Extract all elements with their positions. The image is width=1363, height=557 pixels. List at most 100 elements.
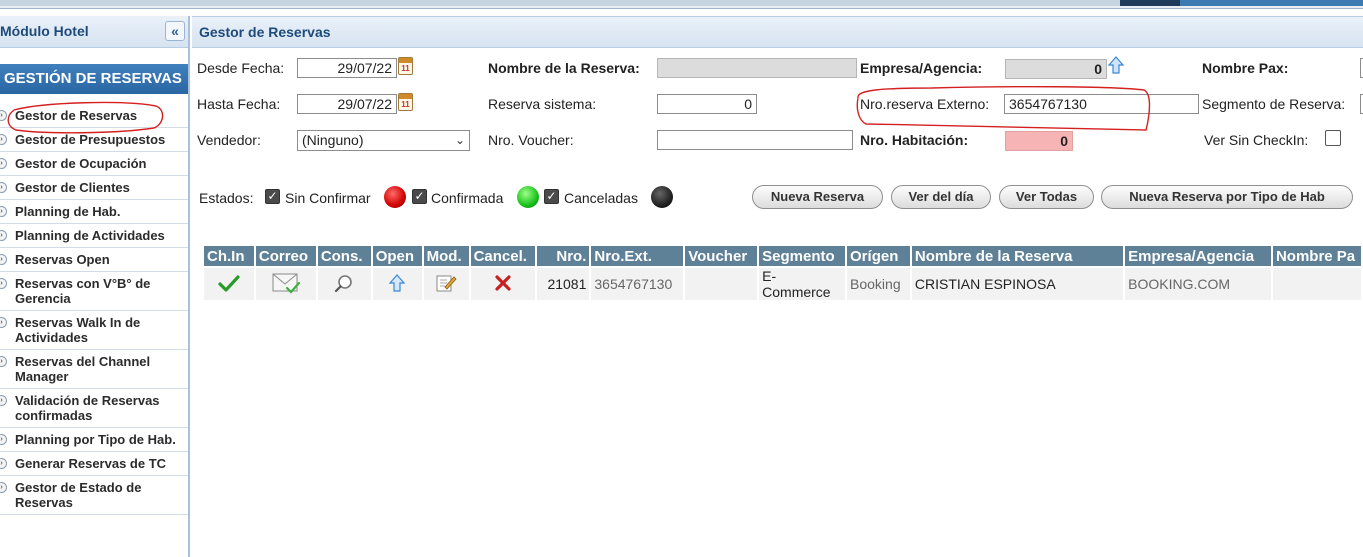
cross-icon[interactable] (494, 274, 512, 292)
sidebar-header: Módulo Hotel « (0, 16, 188, 48)
desde-fecha-label: Desde Fecha: (197, 60, 285, 76)
sidebar-item-label: Reservas Walk In de Actividades (15, 315, 141, 345)
confirmada-checkbox[interactable]: ✓ (412, 189, 427, 204)
reserva-sistema-input[interactable]: 0 (657, 94, 757, 114)
sidebar-item-reservas-walk-in[interactable]: › Reservas Walk In de Actividades (0, 311, 188, 350)
col-header[interactable]: Cancel. (470, 246, 538, 266)
sidebar-item-gestor-estado-reservas[interactable]: › Gestor de Estado de Reservas (0, 476, 188, 515)
hasta-fecha-input[interactable]: 29/07/22 (297, 94, 397, 114)
col-header[interactable]: Segmento (759, 246, 848, 266)
sidebar-item-label: Reservas con V°B° de Gerencia (15, 276, 151, 306)
up-arrow-icon[interactable] (388, 273, 406, 292)
top-bar-segment (1120, 0, 1180, 6)
col-header[interactable]: Empresa/Agencia (1125, 246, 1273, 266)
sidebar-item-reservas-vb-gerencia[interactable]: › Reservas con V°B° de Gerencia (0, 272, 188, 311)
empresa-agencia-input[interactable]: 0 (1005, 59, 1107, 79)
hasta-fecha-label: Hasta Fecha: (197, 96, 281, 112)
desde-fecha-input[interactable]: 29/07/22 (297, 58, 397, 78)
correo-cell[interactable] (255, 266, 318, 300)
cancelar-cell[interactable] (470, 266, 538, 300)
sidebar-item-label: Planning de Hab. (15, 204, 121, 219)
collapse-sidebar-button[interactable]: « (165, 21, 185, 41)
open-cell[interactable] (372, 266, 424, 300)
sidebar-item-label: Reservas del Channel Manager (15, 354, 151, 384)
green-status-icon (517, 186, 539, 208)
consulta-cell[interactable] (317, 266, 373, 300)
nro-reserva-externo-label: Nro.reserva Externo: (860, 96, 990, 112)
origen-cell: Booking (847, 266, 912, 300)
ver-sin-checkin-checkbox[interactable] (1325, 130, 1341, 146)
table-header-row: Ch.In Correo Cons. Open Mod. Cancel. Nro… (204, 246, 1363, 266)
ver-todas-button[interactable]: Ver Todas (999, 185, 1094, 209)
sidebar-item-label: Planning por Tipo de Hab. (15, 432, 176, 447)
nro-habitacion-input[interactable]: 0 (1005, 131, 1073, 151)
checkin-cell[interactable] (204, 266, 256, 300)
sidebar-item-planning-hab[interactable]: › Planning de Hab. (0, 200, 188, 224)
sidebar: Módulo Hotel « GESTIÓN DE RESERVAS › Gest… (0, 16, 190, 557)
sidebar-item-generar-reservas-tc[interactable]: › Generar Reservas de TC (0, 452, 188, 476)
bullet-icon: › (0, 395, 7, 406)
sidebar-item-planning-tipo-hab[interactable]: › Planning por Tipo de Hab. (0, 428, 188, 452)
modificar-cell[interactable] (423, 266, 471, 300)
nro-cell: 21081 (537, 266, 592, 300)
envelope-icon[interactable] (271, 271, 301, 295)
sidebar-item-label: Validación de Reservas confirmadas (15, 393, 160, 423)
sidebar-item-label: Planning de Actividades (15, 228, 165, 243)
col-header[interactable]: Open (372, 246, 424, 266)
nueva-reserva-tipo-hab-button[interactable]: Nueva Reserva por Tipo de Hab (1101, 185, 1353, 209)
sidebar-item-gestor-clientes[interactable]: › Gestor de Clientes (0, 176, 188, 200)
ver-del-dia-button[interactable]: Ver del día (891, 185, 991, 209)
edit-icon[interactable] (435, 273, 457, 293)
sidebar-item-label: Gestor de Reservas (15, 108, 138, 123)
sidebar-item-validacion-reservas[interactable]: › Validación de Reservas confirmadas (0, 389, 188, 428)
estados-label: Estados: (199, 190, 254, 206)
nro-reserva-externo-input[interactable]: 3654767130 (1004, 94, 1199, 114)
sidebar-item-gestor-presupuestos[interactable]: › Gestor de Presupuestos (0, 128, 188, 152)
calendar-icon[interactable]: 11 (398, 57, 413, 75)
col-header[interactable]: Ch.In (204, 246, 256, 266)
table-row[interactable]: 21081 3654767130 E- Commerce Booking CRI… (204, 266, 1363, 300)
bullet-icon: › (0, 254, 7, 265)
check-icon[interactable] (218, 274, 240, 292)
red-status-icon (384, 186, 406, 208)
col-header[interactable]: Nombre Pa (1272, 246, 1363, 266)
ver-sin-checkin-label: Ver Sin CheckIn: (1204, 132, 1309, 148)
reservas-table: Ch.In Correo Cons. Open Mod. Cancel. Nro… (204, 246, 1363, 300)
col-header[interactable]: Orígen (847, 246, 912, 266)
col-header[interactable]: Mod. (423, 246, 471, 266)
voucher-cell (685, 266, 760, 300)
sidebar-menu: › Gestor de Reservas › Gestor de Presupues… (0, 104, 188, 515)
col-header[interactable]: Cons. (317, 246, 373, 266)
magnifier-icon[interactable] (334, 274, 354, 292)
sidebar-item-channel-manager[interactable]: › Reservas del Channel Manager (0, 350, 188, 389)
col-header[interactable]: Voucher (685, 246, 760, 266)
up-arrow-icon[interactable] (1108, 56, 1124, 74)
bullet-icon: › (0, 182, 7, 193)
nueva-reserva-button[interactable]: Nueva Reserva (752, 185, 883, 209)
bullet-icon: › (0, 434, 7, 445)
sidebar-item-label: Gestor de Presupuestos (15, 132, 166, 147)
col-header[interactable]: Nro. (537, 246, 592, 266)
segmento-reserva-label: Segmento de Reserva: (1202, 96, 1346, 112)
sidebar-item-gestor-reservas[interactable]: › Gestor de Reservas (0, 104, 188, 128)
canceladas-checkbox[interactable]: ✓ (544, 189, 559, 204)
col-header[interactable]: Nombre de la Reserva (911, 246, 1126, 266)
vendedor-select[interactable]: (Ninguno) ⌄ (297, 130, 470, 151)
col-header[interactable]: Correo (255, 246, 318, 266)
vendedor-selected-value: (Ninguno) (302, 132, 364, 148)
nombre-pax-label: Nombre Pax: (1202, 60, 1289, 76)
sin-confirmar-checkbox[interactable]: ✓ (265, 189, 280, 204)
sidebar-item-label: Gestor de Ocupación (15, 156, 147, 171)
main-header: Gestor de Reservas (192, 16, 1363, 48)
sidebar-item-planning-actividades[interactable]: › Planning de Actividades (0, 224, 188, 248)
nro-voucher-input[interactable] (657, 130, 853, 150)
sidebar-item-gestor-ocupacion[interactable]: › Gestor de Ocupación (0, 152, 188, 176)
calendar-icon[interactable]: 11 (398, 93, 413, 111)
bullet-icon: › (0, 110, 7, 121)
bullet-icon: › (0, 482, 7, 493)
chevron-down-icon: ⌄ (454, 133, 465, 147)
sidebar-item-reservas-open[interactable]: › Reservas Open (0, 248, 188, 272)
nombre-reserva-input[interactable] (657, 58, 857, 78)
empresa-cell: BOOKING.COM (1125, 266, 1273, 300)
col-header[interactable]: Nro.Ext. (591, 246, 686, 266)
